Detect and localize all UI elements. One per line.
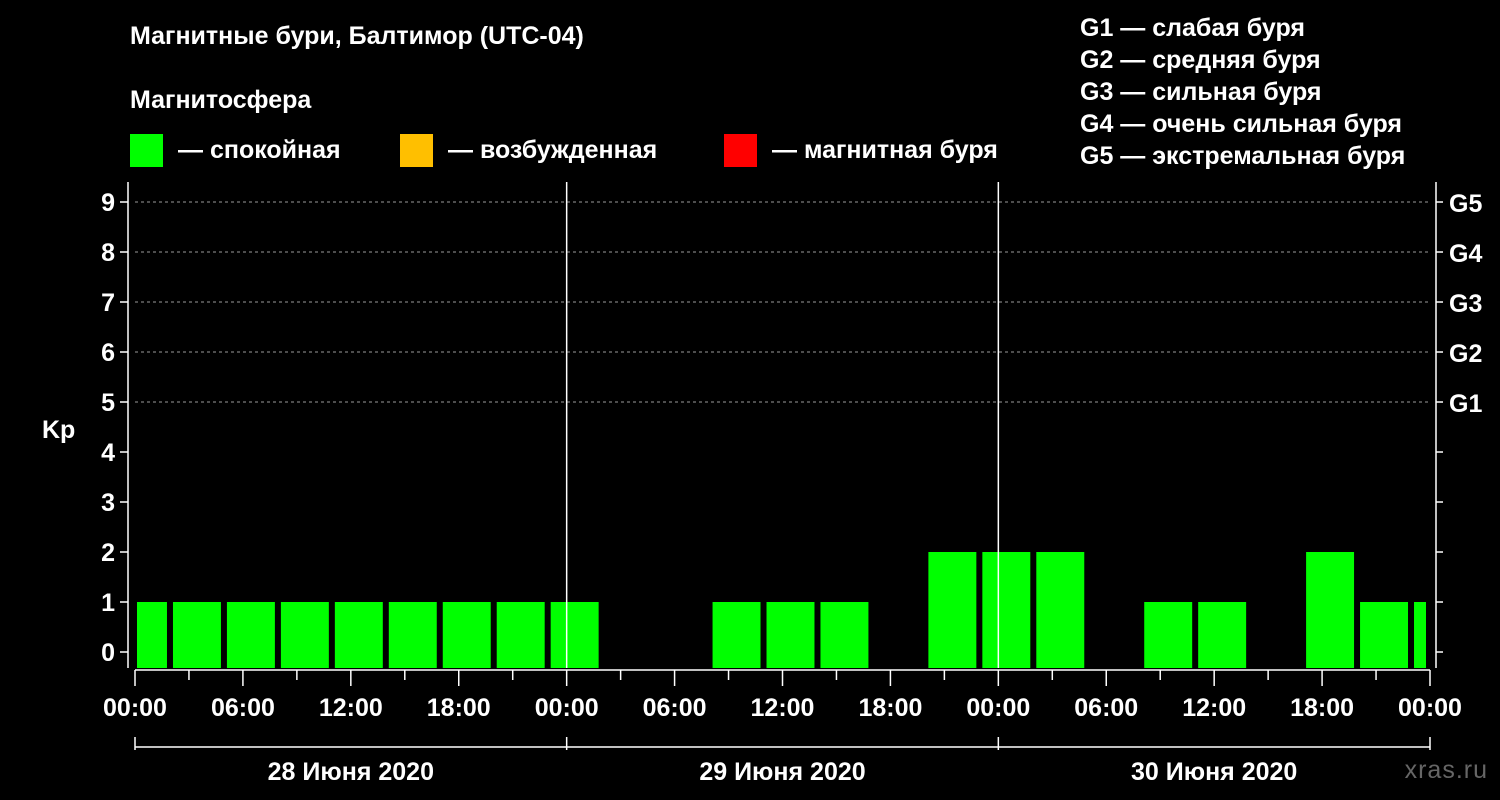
g-label-g1: G1 xyxy=(1449,390,1482,418)
kp-bar-11 xyxy=(712,602,761,668)
kp-bar-chart: 0 1 2 3 4 5 6 7 8 9 G1 G2 G3 G4 G5 Kp 00:00 06:00 12:00 18:… xyxy=(42,182,1482,786)
kp-bar-4 xyxy=(334,602,383,668)
date-label-0: 28 Июня 2020 xyxy=(268,758,434,786)
kp-bar-6 xyxy=(442,602,491,668)
kp-bar-22 xyxy=(1306,552,1355,668)
y-tick-label-7: 7 xyxy=(101,289,115,317)
g-label-g2: G2 xyxy=(1449,340,1482,368)
x-tick-label-12: 00:00 xyxy=(1398,694,1462,722)
x-tick-label-11: 18:00 xyxy=(1290,694,1354,722)
kp-bar-12 xyxy=(766,602,815,668)
kp-bar-16 xyxy=(982,552,1031,668)
x-tick-label-7: 18:00 xyxy=(858,694,922,722)
x-tick-label-3: 18:00 xyxy=(427,694,491,722)
kp-bar-19 xyxy=(1144,602,1193,668)
kp-bar-5 xyxy=(388,602,437,668)
y-tick-label-4: 4 xyxy=(101,439,115,467)
kp-bar-15 xyxy=(928,552,977,668)
g-label-g3: G3 xyxy=(1449,290,1482,318)
y-axis-label: Kp xyxy=(42,416,75,444)
kp-bar-2 xyxy=(226,602,275,668)
x-tick-label-10: 12:00 xyxy=(1182,694,1246,722)
y-tick-label-2: 2 xyxy=(101,539,115,567)
kp-bar-13 xyxy=(820,602,869,668)
kp-bar-17 xyxy=(1036,552,1085,668)
y-tick-label-1: 1 xyxy=(101,589,115,617)
kp-bar-23 xyxy=(1360,602,1409,668)
kp-bar-3 xyxy=(280,602,329,668)
x-tick-label-6: 12:00 xyxy=(751,694,815,722)
date-label-2: 30 Июня 2020 xyxy=(1131,758,1297,786)
y-tick-label-5: 5 xyxy=(101,389,115,417)
g-label-g4: G4 xyxy=(1449,240,1482,268)
y-tick-label-8: 8 xyxy=(101,239,115,267)
x-tick-label-9: 06:00 xyxy=(1074,694,1138,722)
x-tick-label-2: 12:00 xyxy=(319,694,383,722)
watermark: xras.ru xyxy=(1404,756,1488,784)
y-tick-label-3: 3 xyxy=(101,489,115,517)
kp-bar-1 xyxy=(172,602,221,668)
x-tick-label-4: 00:00 xyxy=(535,694,599,722)
y-tick-label-0: 0 xyxy=(101,639,115,667)
kp-bar-0 xyxy=(137,602,167,668)
date-label-1: 29 Июня 2020 xyxy=(699,758,865,786)
x-tick-label-1: 06:00 xyxy=(211,694,275,722)
g-label-g5: G5 xyxy=(1449,190,1482,218)
kp-bar-7 xyxy=(496,602,545,668)
kp-bar-20 xyxy=(1198,602,1247,668)
kp-bar-8 xyxy=(550,602,599,668)
x-tick-label-8: 00:00 xyxy=(966,694,1030,722)
x-tick-label-0: 00:00 xyxy=(103,694,167,722)
y-tick-label-6: 6 xyxy=(101,339,115,367)
y-tick-label-9: 9 xyxy=(101,189,115,217)
kp-bar-24 xyxy=(1414,602,1426,668)
x-tick-label-5: 06:00 xyxy=(643,694,707,722)
